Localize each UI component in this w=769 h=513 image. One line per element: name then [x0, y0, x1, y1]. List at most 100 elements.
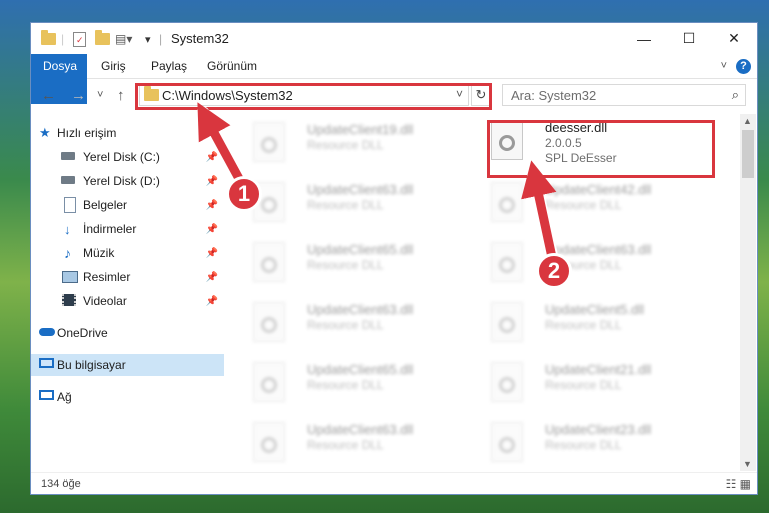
list-item[interactable]: UpdateClient5.dll Resource DLL	[477, 298, 707, 348]
folder-icon	[41, 30, 56, 48]
music-icon: ♪	[64, 245, 71, 261]
pin-icon[interactable]: 📌	[206, 200, 218, 211]
list-item[interactable]: UpdateClient65.dll Resource DLL	[239, 358, 469, 408]
sidebar-item-documents[interactable]: Belgeler 📌	[31, 194, 224, 216]
sidebar-item-label: Yerel Disk (C:)	[83, 150, 160, 164]
pin-icon[interactable]: 📌	[206, 296, 218, 307]
file-description: Resource DLL	[545, 198, 622, 212]
list-item[interactable]: UpdateClient23.dll Resource DLL	[477, 418, 707, 468]
pin-icon[interactable]: 📌	[206, 248, 218, 259]
file-highlight-box	[487, 120, 715, 178]
list-item[interactable]: UpdateClient65.dll Resource DLL	[239, 238, 469, 288]
sidebar-item-local-disk-c[interactable]: Yerel Disk (C:) 📌	[31, 146, 224, 168]
step-badge-1: 1	[226, 176, 262, 212]
dll-file-icon	[491, 422, 523, 462]
sidebar-item-videos[interactable]: Videolar 📌	[31, 290, 224, 312]
file-name: UpdateClient63.dll	[307, 302, 414, 317]
sidebar-item-network[interactable]: Ağ	[31, 386, 224, 408]
file-description: Resource DLL	[307, 378, 384, 392]
list-item[interactable]: UpdateClient19.dll Resource DLL	[239, 118, 469, 168]
title-bar: | ✓ ▤▾ ▾ | System32 — ☐ ✕	[31, 23, 757, 54]
tab-home[interactable]: Giriş	[89, 54, 138, 78]
search-box[interactable]: Ara: System32 ⌕	[502, 84, 746, 106]
help-button[interactable]: ?	[736, 59, 751, 74]
pictures-icon	[62, 271, 78, 283]
sidebar-item-onedrive[interactable]: OneDrive	[31, 322, 224, 344]
list-item[interactable]: UpdateClient63.dll Resource DLL	[477, 238, 707, 288]
star-icon: ★	[39, 125, 51, 140]
sidebar-item-pictures[interactable]: Resimler 📌	[31, 266, 224, 288]
tab-share[interactable]: Paylaş	[139, 54, 199, 78]
tab-view[interactable]: Görünüm	[195, 54, 269, 78]
sidebar-item-music[interactable]: ♪ Müzik 📌	[31, 242, 224, 264]
list-item[interactable]: UpdateClient21.dll Resource DLL	[477, 358, 707, 408]
navigation-pane: Hızlı erişim ★ Yerel Disk (C:) 📌 Yerel D…	[31, 114, 227, 471]
back-button[interactable]: ←	[41, 87, 56, 104]
dll-file-icon	[491, 182, 523, 222]
download-icon: ↓	[64, 221, 71, 237]
pin-icon[interactable]: 📌	[206, 152, 218, 163]
pin-icon[interactable]: 📌	[206, 272, 218, 283]
title-separator: |	[159, 32, 163, 46]
close-button[interactable]: ✕	[711, 23, 757, 54]
file-name: UpdateClient21.dll	[545, 362, 652, 377]
sidebar-item-label: Yerel Disk (D:)	[83, 174, 160, 188]
sidebar-item-local-disk-d[interactable]: Yerel Disk (D:) 📌	[31, 170, 224, 192]
minimize-button[interactable]: —	[621, 23, 667, 54]
quick-access-dropdown-icon[interactable]: ▾	[145, 30, 151, 48]
sidebar-item-this-pc[interactable]: Bu bilgisayar	[31, 354, 224, 376]
customize-toolbar-icon[interactable]: ▤▾	[115, 30, 132, 48]
file-description: Resource DLL	[307, 318, 384, 332]
step-badge-2: 2	[536, 253, 572, 289]
recent-locations-button[interactable]: ˅	[97, 89, 103, 101]
list-item[interactable]: UpdateClient42.dll Resource DLL	[477, 178, 707, 228]
view-mode-icons[interactable]: ☷ ▦	[726, 477, 751, 491]
sidebar-item-label: İndirmeler	[83, 222, 137, 236]
dll-file-icon	[253, 242, 285, 282]
explorer-window: | ✓ ▤▾ ▾ | System32 — ☐ ✕ Dosya Giriş Pa…	[30, 22, 758, 495]
sidebar-item-label: OneDrive	[57, 326, 108, 340]
separator-divider: |	[61, 32, 65, 46]
video-icon	[62, 294, 76, 306]
forward-button[interactable]: →	[71, 87, 86, 104]
sidebar-item-label: Videolar	[83, 294, 127, 308]
sidebar-item-label: Resimler	[83, 270, 131, 284]
file-name: UpdateClient5.dll	[545, 302, 645, 317]
pin-icon[interactable]: 📌	[206, 176, 218, 187]
ribbon-tabs: Dosya Giriş Paylaş Görünüm ˅ ?	[31, 54, 757, 104]
search-icon: ⌕	[731, 87, 739, 102]
file-description: Resource DLL	[545, 438, 622, 452]
file-name: UpdateClient65.dll	[307, 242, 414, 257]
pin-icon[interactable]: 📌	[206, 224, 218, 235]
item-count: 134 öğe	[41, 478, 81, 490]
cloud-icon	[39, 328, 55, 336]
list-item[interactable]: UpdateClient63.dll Resource DLL	[239, 178, 469, 228]
maximize-button[interactable]: ☐	[666, 23, 712, 54]
vertical-scrollbar[interactable]: ▲ ▼	[740, 114, 756, 471]
file-description: Resource DLL	[307, 198, 384, 212]
dll-file-icon	[253, 362, 285, 402]
file-name: UpdateClient19.dll	[307, 122, 414, 137]
file-description: Resource DLL	[307, 258, 384, 272]
properties-icon[interactable]: ✓	[73, 30, 86, 48]
file-description: Resource DLL	[545, 318, 622, 332]
list-item[interactable]: UpdateClient63.dll Resource DLL	[239, 418, 469, 468]
drive-icon	[61, 176, 75, 184]
file-description: Resource DLL	[307, 438, 384, 452]
scroll-up-icon[interactable]: ▲	[743, 116, 752, 126]
status-bar: 134 öğe ☷ ▦	[31, 472, 757, 495]
expand-ribbon-icon[interactable]: ˅	[721, 60, 727, 72]
file-name: UpdateClient63.dll	[307, 182, 414, 197]
dll-file-icon	[253, 302, 285, 342]
sidebar-item-label: Bu bilgisayar	[57, 358, 126, 372]
new-folder-icon[interactable]	[95, 30, 110, 48]
sidebar-item-label: Ağ	[57, 390, 72, 404]
search-placeholder: Ara: System32	[511, 88, 597, 103]
sidebar-item-downloads[interactable]: ↓ İndirmeler 📌	[31, 218, 224, 240]
sidebar-item-quick-access[interactable]: Hızlı erişim ★	[31, 122, 224, 144]
scrollbar-thumb[interactable]	[742, 130, 754, 178]
scroll-down-icon[interactable]: ▼	[743, 459, 752, 469]
list-item[interactable]: UpdateClient63.dll Resource DLL	[239, 298, 469, 348]
dll-file-icon	[491, 242, 523, 282]
up-button[interactable]: ↑	[117, 87, 125, 104]
